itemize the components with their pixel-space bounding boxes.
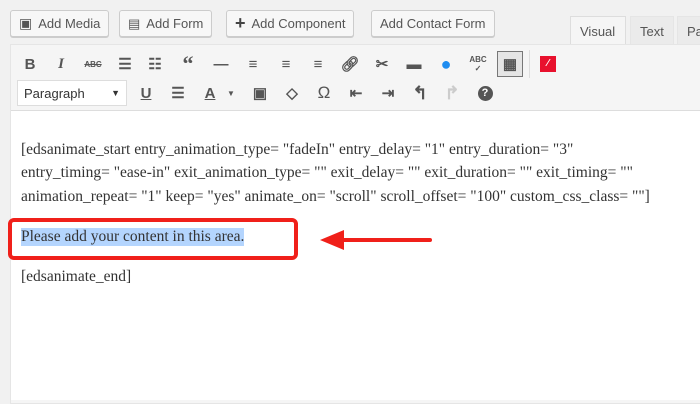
add-media-button[interactable]: ▣ Add Media	[10, 10, 110, 37]
tab-more[interactable]: Pa	[677, 16, 700, 45]
shortcode-line: animation_repeat= "1" keep= "yes" animat…	[21, 188, 650, 205]
separator	[529, 50, 530, 78]
tab-visual[interactable]: Visual	[570, 16, 626, 45]
paste-text-icon[interactable]: ▣	[247, 80, 273, 106]
tab-text[interactable]: Text	[630, 16, 674, 45]
wand-icon: ⁄	[540, 56, 556, 72]
strikethrough-button[interactable]: ABC	[80, 51, 106, 77]
link-icon[interactable]: 🔗︎	[337, 51, 363, 77]
horizontal-line-icon[interactable]: —	[208, 51, 234, 77]
form-icon: ▤	[128, 15, 141, 31]
bullet-list-icon[interactable]: ☰	[112, 51, 138, 77]
italic-button[interactable]: I	[48, 51, 74, 77]
shortcode-line: entry_timing= "ease-in" exit_animation_t…	[21, 164, 633, 181]
read-more-icon[interactable]: ▬	[401, 51, 427, 77]
plus-icon: +	[235, 13, 246, 33]
underline-button[interactable]: U	[133, 80, 159, 106]
align-left-icon[interactable]: ≡	[240, 51, 266, 77]
clear-formatting-icon[interactable]: ◇	[279, 80, 305, 106]
bold-button[interactable]: B	[17, 51, 43, 77]
indent-icon[interactable]: ⇥	[375, 80, 401, 106]
add-form-button[interactable]: ▤ Add Form	[119, 10, 213, 37]
red-plugin-button[interactable]: ⁄	[535, 51, 561, 77]
blockquote-icon[interactable]: “	[175, 51, 201, 77]
dropdown-arrow-icon: ▼	[111, 88, 120, 98]
numbered-list-icon[interactable]: ☷	[142, 51, 168, 77]
add-component-button[interactable]: + Add Component	[226, 10, 355, 37]
shortcode-line: [edsanimate_start entry_animation_type= …	[21, 141, 574, 158]
add-contact-form-button[interactable]: Add Contact Form	[371, 10, 495, 37]
toolbar-toggle-icon[interactable]: ▦	[497, 51, 523, 77]
special-character-button[interactable]: Ω	[311, 80, 337, 106]
text-color-dropdown-icon[interactable]: ▼	[222, 80, 240, 106]
shortcode-end-line: [edsanimate_end]	[21, 268, 132, 285]
align-center-icon[interactable]: ≡	[273, 51, 299, 77]
spellcheck-icon[interactable]: ABC ✓	[465, 51, 491, 77]
help-icon[interactable]: ?	[472, 80, 498, 106]
justify-icon[interactable]: ☰	[165, 80, 191, 106]
annotation-arrow-icon	[320, 230, 432, 250]
annotation-highlight-box	[8, 218, 298, 260]
text-color-button[interactable]: A	[197, 80, 223, 106]
undo-icon[interactable]: ↰	[407, 80, 433, 106]
unlink-icon[interactable]: ✂	[369, 51, 395, 77]
align-right-icon[interactable]: ≡	[305, 51, 331, 77]
plugin-logo-icon[interactable]: ●	[433, 51, 459, 77]
format-select[interactable]: Paragraph ▼	[17, 80, 127, 106]
redo-icon[interactable]: ↱	[439, 80, 465, 106]
outdent-icon[interactable]: ⇤	[343, 80, 369, 106]
media-icon: ▣	[19, 15, 33, 31]
